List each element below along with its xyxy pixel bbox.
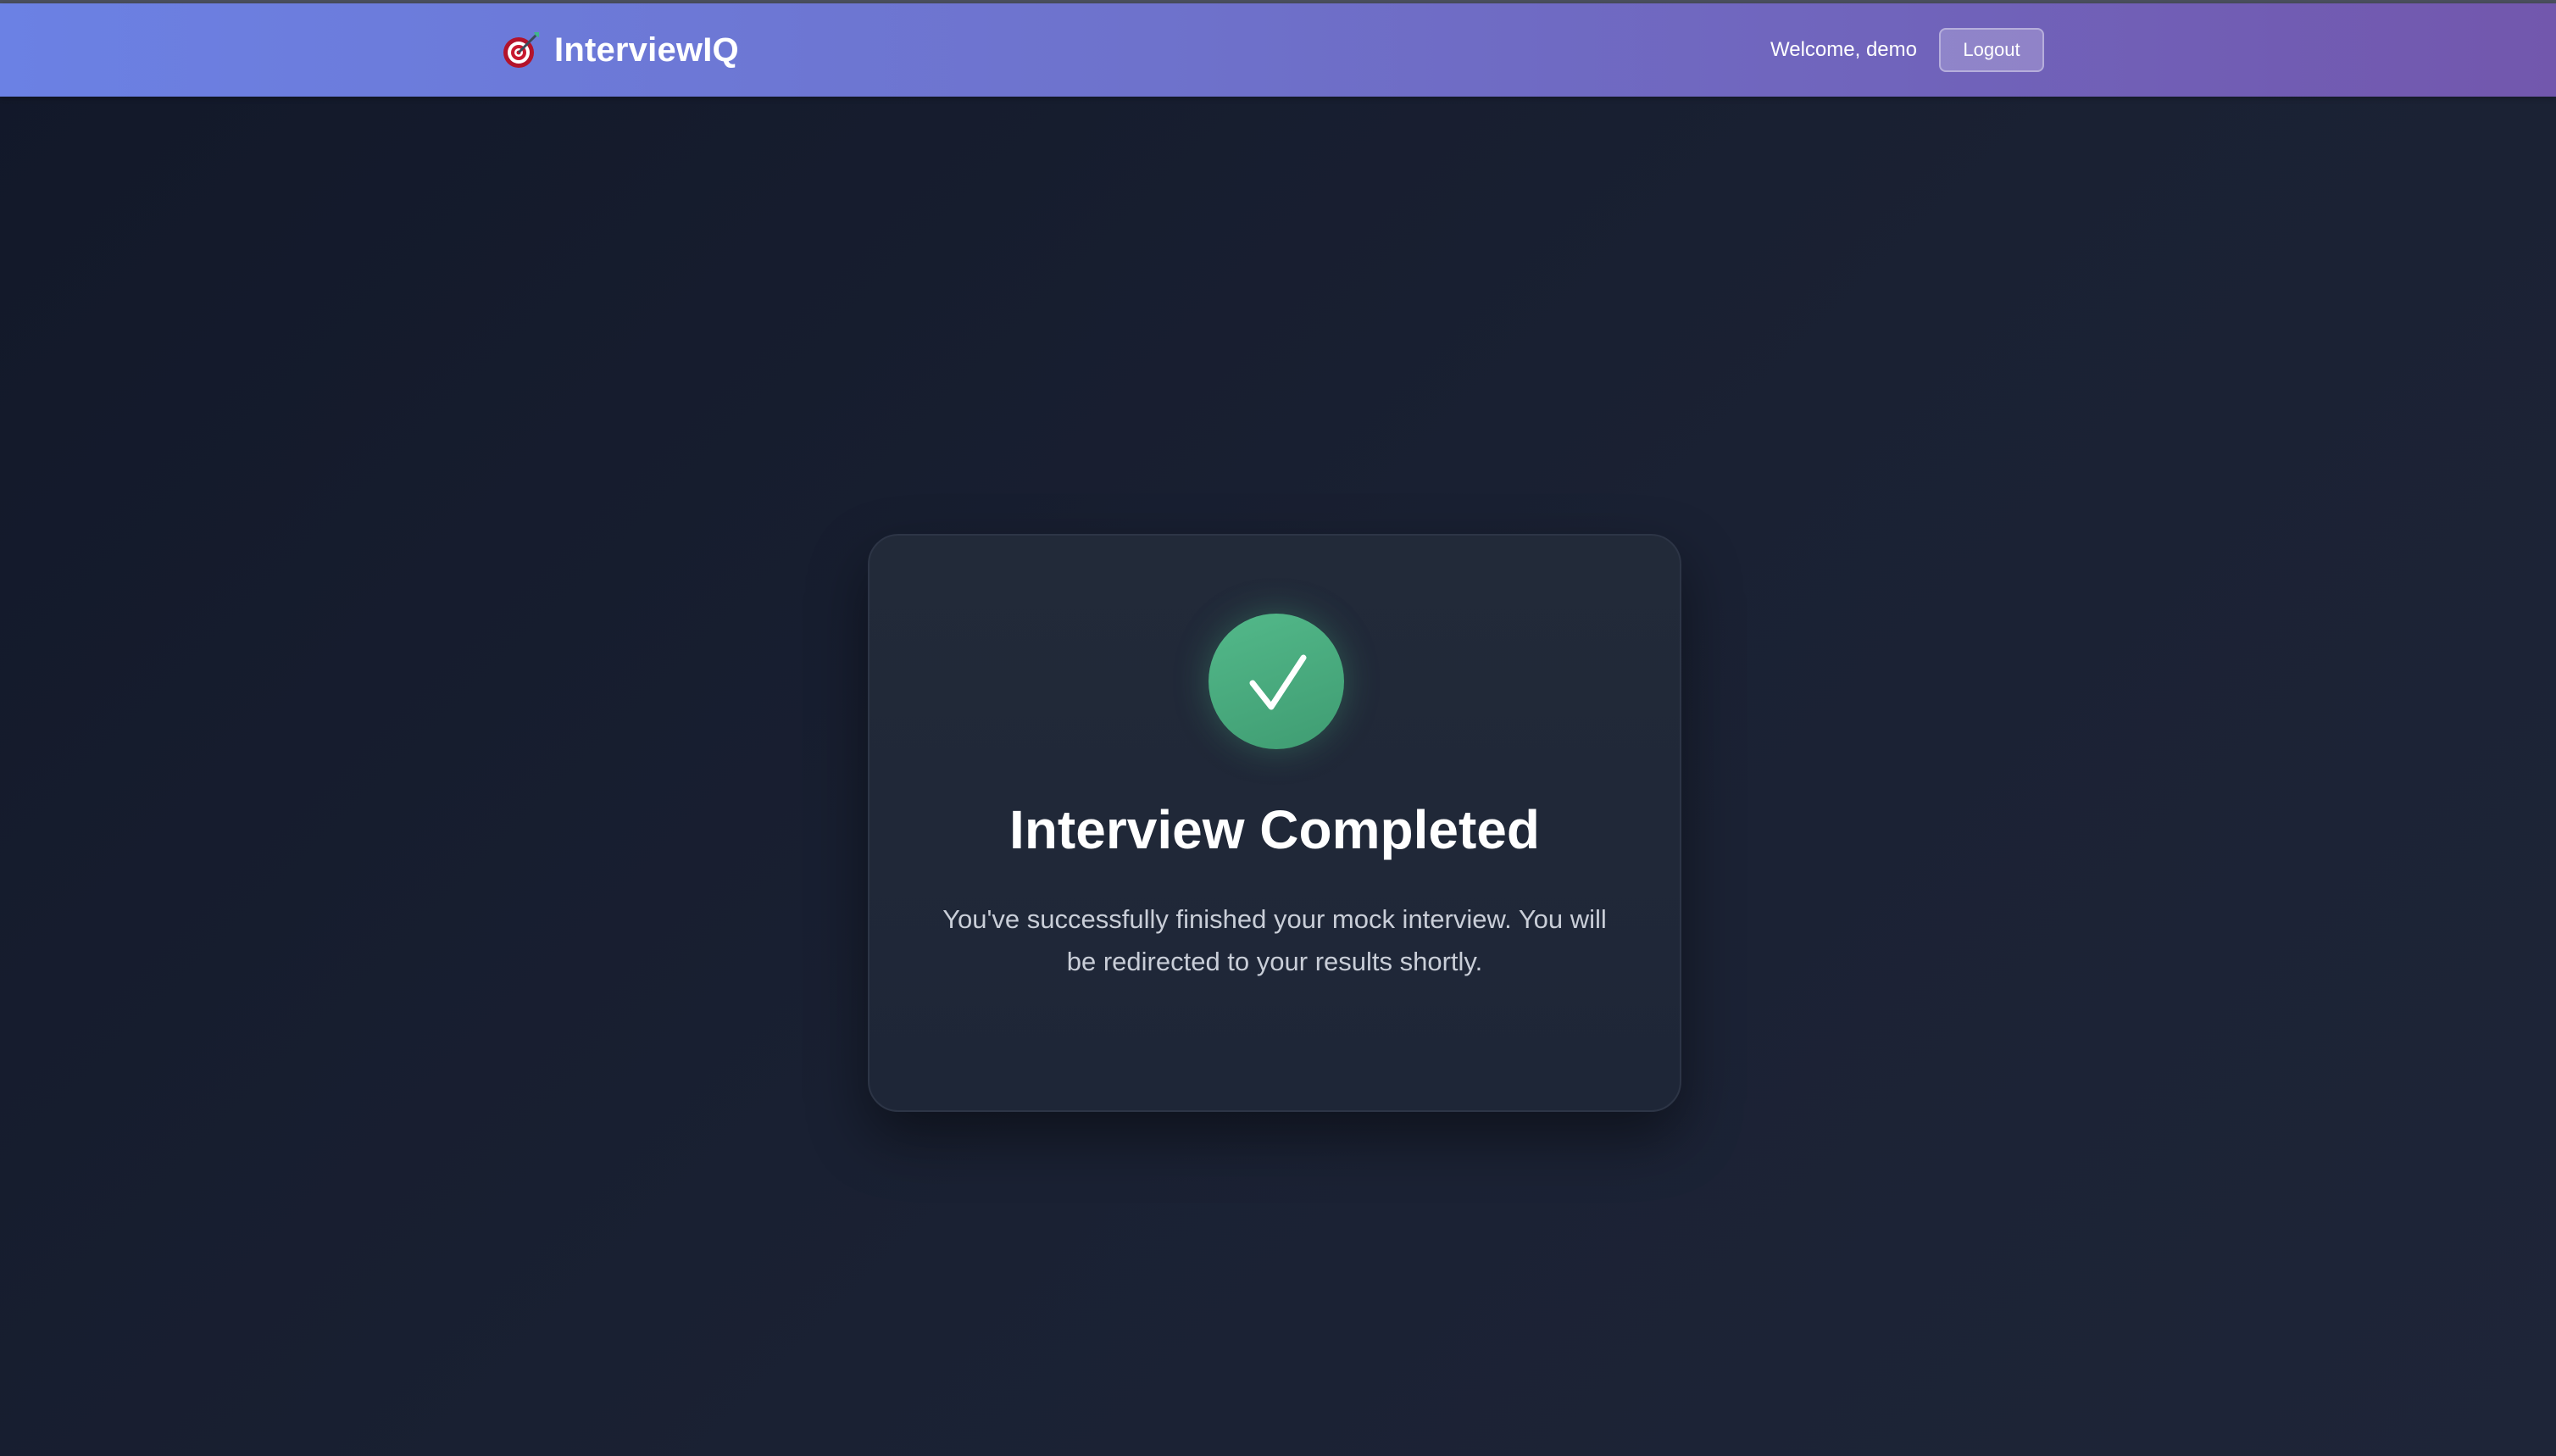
completion-card: Interview Completed You've successfully …	[868, 534, 1681, 1112]
checkmark-icon	[1249, 654, 1307, 710]
target-icon	[500, 29, 542, 71]
user-area: Welcome, demo Logout	[1770, 3, 2044, 97]
brand[interactable]: InterviewIQ	[500, 3, 739, 97]
logout-button[interactable]: Logout	[1939, 28, 2044, 72]
completion-message: You've successfully finished your mock i…	[942, 904, 1607, 976]
top-navbar: InterviewIQ Welcome, demo Logout	[0, 3, 2556, 97]
welcome-text: Welcome, demo	[1770, 38, 1917, 61]
success-badge	[1209, 614, 1344, 749]
completion-title: Interview Completed	[1009, 799, 1540, 860]
brand-name: InterviewIQ	[554, 31, 739, 69]
